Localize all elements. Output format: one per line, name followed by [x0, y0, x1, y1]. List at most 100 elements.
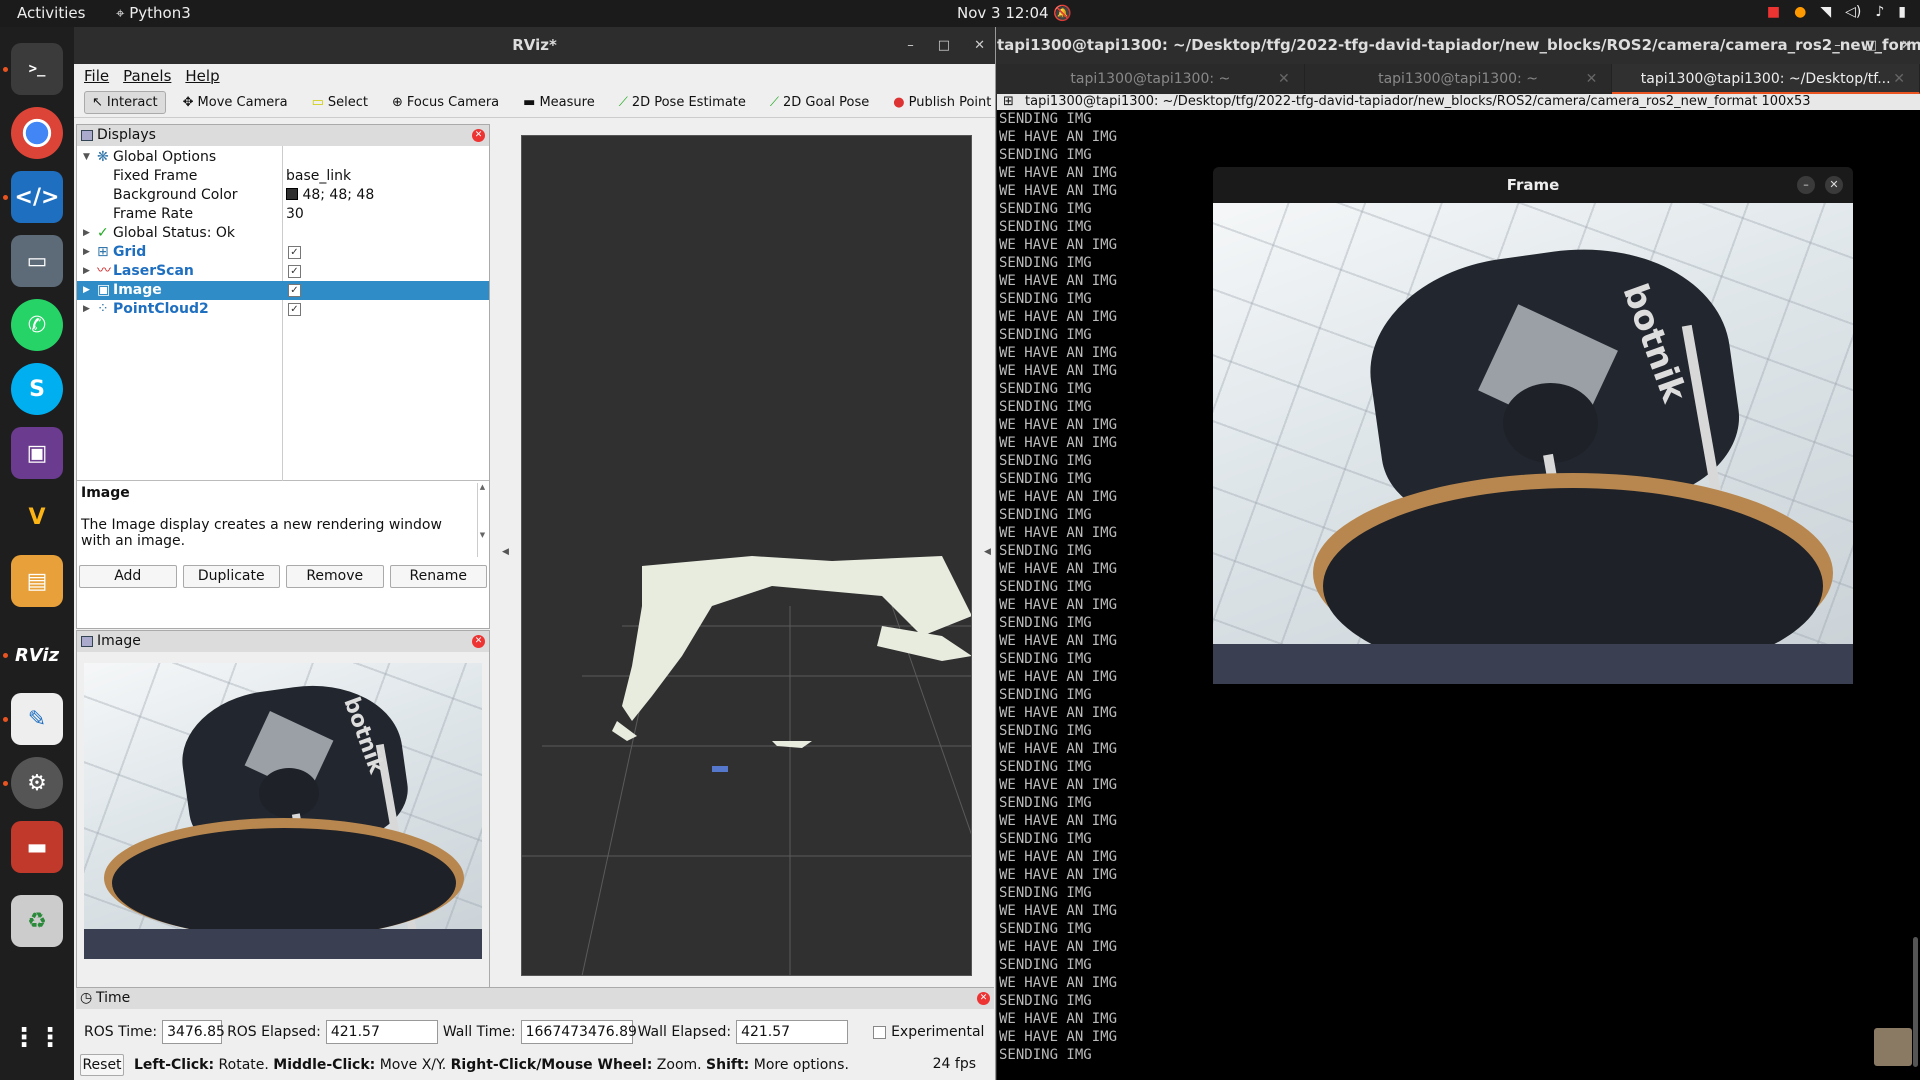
system-tray[interactable]: ■ ● ◥ ◁) ♪ ▮: [1767, 4, 1906, 20]
avatar[interactable]: [1874, 1028, 1912, 1066]
grid-checkbox[interactable]: ✓: [288, 246, 301, 259]
menu-file[interactable]: File: [84, 67, 109, 85]
close-tab-icon[interactable]: ✕: [1893, 64, 1905, 94]
terminal-tab-3[interactable]: tapi1300@tapi1300: ~/Desktop/tf... ✕: [1612, 64, 1920, 94]
minimize-icon[interactable]: –: [1797, 176, 1815, 194]
terminal-scrollbar[interactable]: [1913, 937, 1918, 1067]
tree-item-image[interactable]: ▶ ▣ Image ✓: [77, 281, 489, 300]
add-button[interactable]: Add: [79, 565, 177, 588]
tree-item-grid[interactable]: ▶ ⊞ Grid ✓: [77, 243, 489, 262]
tree-label: PointCloud2: [113, 301, 209, 317]
background-color-value[interactable]: 48; 48; 48: [286, 186, 374, 205]
rename-button[interactable]: Rename: [389, 565, 487, 588]
frame-rate-value[interactable]: 30: [286, 205, 304, 224]
tool-label: Focus Camera: [406, 95, 500, 110]
close-panel-icon[interactable]: ✕: [472, 129, 485, 142]
clock[interactable]: Nov 3 12:04 🔕: [957, 4, 1072, 22]
terminal-titlebar[interactable]: tapi1300@tapi1300: ~/Desktop/tfg/2022-tf…: [997, 27, 1920, 64]
frame-titlebar[interactable]: Frame – ✕: [1213, 167, 1853, 203]
collapse-left-icon[interactable]: ◀: [502, 547, 509, 557]
tool-move-camera[interactable]: ✥ Move Camera: [176, 92, 295, 113]
rviz-titlebar[interactable]: RViz* – □ ✕: [74, 27, 995, 64]
close-tab-icon[interactable]: ✕: [1586, 64, 1598, 94]
duplicate-button[interactable]: Duplicate: [182, 565, 280, 588]
minimize-icon[interactable]: –: [1834, 27, 1841, 64]
experimental-checkbox[interactable]: [873, 1025, 887, 1039]
wall-elapsed-field[interactable]: 421.57: [736, 1020, 849, 1044]
pointcloud-icon: ⁘: [97, 301, 109, 317]
expand-right-icon[interactable]: ▶: [83, 300, 90, 319]
terminal-tab-1[interactable]: tapi1300@tapi1300: ~ ✕: [997, 64, 1305, 94]
maximize-icon[interactable]: □: [1865, 27, 1877, 64]
recording-app-icon[interactable]: ▬: [11, 821, 63, 873]
reset-button[interactable]: Reset: [80, 1054, 124, 1076]
dock: >_ </> ▭ ✆ S ▣ V ▤ RViz ✎ ⚙ ▬ ♻ ⋮⋮: [0, 27, 74, 1080]
ros-elapsed-label: ROS Elapsed:: [227, 1024, 321, 1040]
wall-time-field[interactable]: 1667473476.89: [520, 1020, 637, 1044]
expand-right-icon[interactable]: ▶: [83, 281, 90, 300]
tree-item-laserscan[interactable]: ▶ 〰 LaserScan ✓: [77, 262, 489, 281]
riscv-icon[interactable]: V: [11, 491, 63, 543]
whatsapp-icon[interactable]: ✆: [11, 299, 63, 351]
description-scrollbar[interactable]: ▲ ▼: [477, 483, 487, 557]
tree-item-background-color[interactable]: Background Color 48; 48; 48: [77, 186, 489, 205]
tree-item-pointcloud2[interactable]: ▶ ⁘ PointCloud2 ✓: [77, 300, 489, 319]
tool-2d-goal-pose[interactable]: ⟋ 2D Goal Pose: [763, 92, 876, 113]
tree-item-frame-rate[interactable]: Frame Rate 30: [77, 205, 489, 224]
collapse-right-icon[interactable]: ◀: [984, 547, 991, 557]
laserscan-checkbox[interactable]: ✓: [288, 265, 301, 278]
close-icon[interactable]: ✕: [1901, 27, 1912, 64]
close-tab-icon[interactable]: ✕: [1278, 64, 1290, 94]
tree-item-global-options[interactable]: ▼ ❋ Global Options: [77, 148, 489, 167]
pointcloud-view: [522, 556, 971, 975]
pointcloud2-checkbox[interactable]: ✓: [288, 303, 301, 316]
pane-menu-icon[interactable]: ⊞: [1003, 94, 1014, 110]
minimize-icon[interactable]: –: [907, 27, 914, 64]
video-app-icon[interactable]: ▣: [11, 427, 63, 479]
tool-select[interactable]: ▭ Select: [305, 92, 375, 113]
close-icon[interactable]: ✕: [974, 27, 985, 64]
close-panel-icon[interactable]: ✕: [472, 635, 485, 648]
camera-indicator-icon: ■: [1766, 4, 1781, 20]
close-panel-icon[interactable]: ✕: [977, 992, 990, 1005]
text-editor-icon[interactable]: ✎: [11, 693, 63, 745]
settings-icon[interactable]: ⚙: [11, 757, 63, 809]
image-checkbox[interactable]: ✓: [288, 284, 301, 297]
expand-right-icon[interactable]: ▶: [83, 224, 90, 243]
hint-key: Middle-Click:: [273, 1057, 376, 1073]
terminal-launcher-icon[interactable]: >_: [11, 43, 63, 95]
expand-right-icon[interactable]: ▶: [83, 262, 90, 281]
skype-icon[interactable]: S: [11, 363, 63, 415]
tool-interact[interactable]: ↖ Interact: [84, 91, 166, 114]
tree-item-global-status[interactable]: ▶ ✓ Global Status: Ok: [77, 224, 489, 243]
close-icon[interactable]: ✕: [1825, 176, 1843, 194]
expand-right-icon[interactable]: ▶: [83, 243, 90, 262]
chrome-icon[interactable]: [11, 107, 63, 159]
3d-viewport[interactable]: [521, 135, 972, 976]
fixed-frame-value[interactable]: base_link: [286, 167, 351, 186]
show-apps-icon[interactable]: ⋮⋮: [11, 1012, 63, 1064]
activities-button[interactable]: Activities: [17, 4, 85, 22]
trash-icon[interactable]: ♻: [11, 895, 63, 947]
app-menu[interactable]: ⌖ Python3: [116, 4, 191, 22]
expand-down-icon[interactable]: ▼: [83, 148, 90, 167]
tree-item-fixed-frame[interactable]: Fixed Frame base_link: [77, 167, 489, 186]
tool-focus-camera[interactable]: ⊕ Focus Camera: [385, 92, 506, 113]
terminal-tab-2[interactable]: tapi1300@tapi1300: ~ ✕: [1305, 64, 1613, 94]
running-indicator: [3, 781, 8, 786]
wifi-icon: ◥: [1820, 4, 1832, 20]
calendar-app-icon[interactable]: ▤: [11, 555, 63, 607]
menu-panels[interactable]: Panels: [123, 67, 171, 85]
files-icon[interactable]: ▭: [11, 235, 63, 287]
vscode-icon[interactable]: </>: [11, 171, 63, 223]
tool-measure[interactable]: ▬ Measure: [516, 92, 602, 113]
maximize-icon[interactable]: □: [938, 27, 950, 64]
ros-time-field[interactable]: 3476.85: [162, 1020, 225, 1044]
menu-help[interactable]: Help: [185, 67, 219, 85]
tool-2d-pose-estimate[interactable]: ⟋ 2D Pose Estimate: [612, 92, 753, 113]
rviz-icon[interactable]: RViz: [11, 629, 63, 681]
terminal-pane-header: ⊞ tapi1300@tapi1300: ~/Desktop/tfg/2022-…: [997, 94, 1920, 110]
ros-elapsed-field[interactable]: 421.57: [325, 1020, 438, 1044]
tool-publish-point[interactable]: ● Publish Point: [886, 92, 998, 113]
remove-button[interactable]: Remove: [286, 565, 384, 588]
